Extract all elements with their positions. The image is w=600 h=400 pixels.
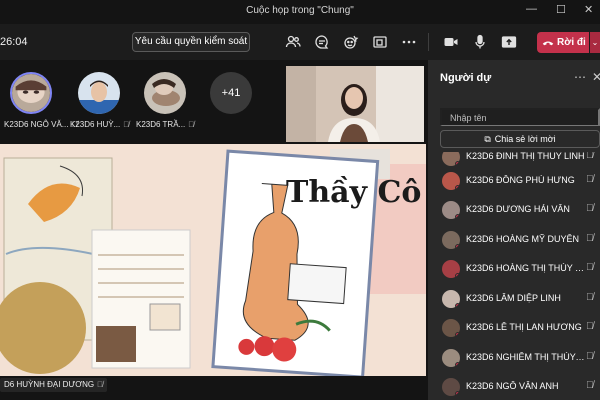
avatar	[442, 349, 460, 367]
list-item[interactable]: K23D6 HOÀNG MỸ DUYÊN 🎙̸	[428, 227, 600, 253]
participant-name: K23D6 TRẦ... 🎙̸	[136, 120, 195, 129]
mic-off-icon: 🎙̸	[586, 292, 594, 303]
participant-name: K23D6 NGÔ VĂ... 🎙̸	[4, 120, 78, 129]
attendee-name: K23D6 LÂM DIỆP LINH	[466, 293, 561, 303]
leave-button[interactable]: Rời đi	[537, 32, 589, 53]
avatar	[442, 152, 460, 166]
window-title: Cuộc họp trong "Chung"	[246, 5, 354, 16]
presence-dot	[455, 273, 460, 278]
minimize-icon[interactable]: —	[526, 3, 537, 15]
title-bar: Cuộc họp trong "Chung" — ☐ ✕	[0, 0, 600, 24]
attendee-name: K23D6 DƯƠNG HẢI VÂN	[466, 204, 570, 214]
presence-dot	[455, 214, 460, 219]
avatar	[442, 319, 460, 337]
presence-dot	[455, 332, 460, 337]
avatar	[442, 378, 460, 396]
list-item[interactable]: K23D6 DƯƠNG HẢI VÂN 🎙̸	[428, 197, 600, 223]
camera-icon[interactable]	[442, 33, 460, 51]
mic-off-icon: 🎙̸	[97, 380, 104, 389]
avatar	[442, 260, 460, 278]
reactions-icon[interactable]	[342, 33, 360, 51]
participant-avatar[interactable]	[10, 72, 52, 114]
mic-off-icon: 🎙̸	[123, 120, 130, 129]
attendee-name: K23D6 LÊ THỊ LAN HƯƠNG	[466, 322, 582, 332]
avatar	[442, 172, 460, 190]
mic-off-icon: 🎙̸	[586, 262, 594, 273]
request-control-button[interactable]: Yêu cầu quyền kiểm soát	[132, 32, 250, 52]
attendee-search-input[interactable]	[440, 108, 600, 126]
meeting-toolbar: 26:04 Yêu cầu quyền kiểm soát Rời đi ⌄	[0, 24, 600, 60]
presence-dot	[455, 244, 460, 249]
presence-dot	[455, 185, 460, 190]
phone-hangup-icon	[542, 41, 554, 46]
attendee-list: K23D6 ĐINH THỊ THÚY LINH 🎙̸ K23D6 ĐỒNG P…	[428, 152, 600, 400]
list-item[interactable]: K23D6 NGHIÊM THỊ THÙY LI... 🎙̸	[428, 345, 600, 371]
mic-off-icon: 🎙̸	[586, 380, 594, 391]
attendee-name: K23D6 HOÀNG MỸ DUYÊN	[466, 234, 580, 244]
attendee-name: K23D6 ĐỒNG PHÚ HƯNG	[466, 175, 575, 185]
more-options-icon[interactable]	[400, 33, 418, 51]
chat-icon[interactable]	[313, 33, 331, 51]
share-icon: ⧉	[484, 134, 491, 144]
more-participants-badge[interactable]: +41	[210, 72, 252, 114]
panel-title: Người dự	[440, 72, 492, 84]
meeting-timer: 26:04	[0, 36, 28, 48]
toolbar-divider	[428, 33, 429, 51]
mic-off-icon: 🎙̸	[586, 152, 594, 161]
attendee-name: K23D6 NGHIÊM THỊ THÙY LI...	[466, 352, 586, 362]
mic-off-icon: 🎙̸	[586, 233, 594, 244]
mic-off-icon: 🎙̸	[586, 174, 594, 185]
close-window-icon[interactable]: ✕	[584, 3, 593, 16]
avatar	[442, 231, 460, 249]
participant-avatar[interactable]	[78, 72, 120, 114]
mic-off-icon: 🎙̸	[586, 351, 594, 362]
panel-close-icon[interactable]: ✕	[592, 70, 600, 84]
card-heading: Thầy Cô	[286, 175, 421, 210]
presence-dot	[455, 161, 460, 166]
shared-artwork: Thầy Cô	[0, 144, 426, 376]
attendee-name: K23D6 ĐINH THỊ THÚY LINH	[466, 152, 585, 161]
list-item[interactable]: K23D6 HOÀNG THỊ THÚY HƯ... 🎙̸	[428, 256, 600, 282]
mic-icon[interactable]	[471, 33, 489, 51]
list-item[interactable]: K23D6 LÂM DIỆP LINH 🎙̸	[428, 286, 600, 312]
presenter-label: D6 HUỲNH ĐẠI DƯƠNG 🎙̸	[0, 378, 108, 392]
share-screen-icon[interactable]	[500, 33, 518, 51]
presence-dot	[455, 391, 460, 396]
participants-panel: Người dự ⋯ ✕ ⧉Chia sẻ lời mời K23D6 ĐINH…	[428, 60, 600, 400]
presence-dot	[455, 362, 460, 367]
participant-name: K23D6 HUỲ... 🎙̸	[70, 120, 130, 129]
list-item[interactable]: K23D6 ĐỒNG PHÚ HƯNG 🎙̸	[428, 168, 600, 194]
maximize-icon[interactable]: ☐	[556, 3, 566, 16]
shared-screen: Thầy Cô	[0, 144, 426, 376]
avatar	[442, 290, 460, 308]
mic-off-icon: 🎙̸	[586, 203, 594, 214]
presence-dot	[455, 303, 460, 308]
leave-label: Rời đi	[557, 37, 586, 48]
breakout-rooms-icon[interactable]	[371, 33, 389, 51]
list-item[interactable]: K23D6 NGÔ VÂN ANH 🎙̸	[428, 374, 600, 400]
self-camera-tile[interactable]	[286, 66, 424, 142]
attendee-name: K23D6 HOÀNG THỊ THÚY HƯ...	[466, 263, 586, 273]
attendee-name: K23D6 NGÔ VÂN ANH	[466, 381, 559, 391]
mic-off-icon: 🎙̸	[188, 120, 195, 129]
participant-avatar[interactable]	[144, 72, 186, 114]
avatar	[442, 201, 460, 219]
people-icon[interactable]	[284, 33, 302, 51]
list-item[interactable]: K23D6 LÊ THỊ LAN HƯƠNG 🎙̸	[428, 315, 600, 341]
mic-off-icon: 🎙̸	[586, 321, 594, 332]
share-invite-button[interactable]: ⧉ Chia sẻ lời mời	[440, 130, 600, 148]
leave-options-chevron-icon[interactable]: ⌄	[590, 32, 600, 53]
panel-more-icon[interactable]: ⋯	[574, 70, 586, 84]
